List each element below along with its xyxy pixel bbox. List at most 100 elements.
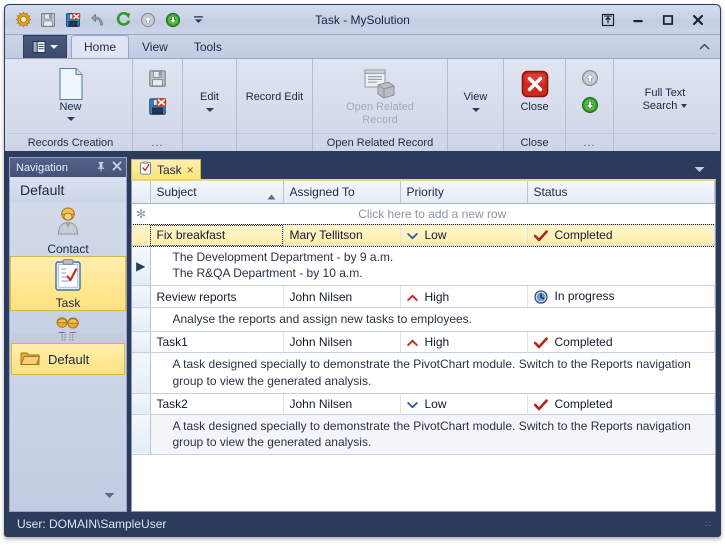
close-icon[interactable]	[112, 161, 122, 174]
cell-assigned-to[interactable]: John Nilsen	[283, 331, 401, 354]
document-tab-close-icon[interactable]: ×	[187, 164, 194, 176]
document-tab-menu-button[interactable]	[693, 159, 716, 179]
cell-priority[interactable]: High	[400, 331, 528, 354]
cell-subject[interactable]: Fix breakfast	[150, 224, 284, 246]
document-tab-task[interactable]: Task ×	[131, 159, 201, 179]
move-down-icon[interactable]	[163, 10, 183, 30]
column-header-priority[interactable]: Priority	[400, 181, 528, 204]
undo-icon[interactable]	[88, 10, 108, 30]
app-settings-icon[interactable]	[13, 10, 33, 30]
cell-priority[interactable]: High	[400, 285, 528, 309]
view-button[interactable]: View	[448, 65, 503, 113]
new-row-prompt[interactable]: Click here to add a new row	[150, 203, 715, 225]
cell-assigned-to[interactable]: Mary Tellitson	[283, 224, 401, 246]
maximize-button[interactable]	[654, 9, 682, 31]
pin-icon[interactable]	[96, 161, 106, 175]
status-inprogress-icon	[533, 290, 548, 304]
save-close-icon[interactable]	[63, 10, 83, 30]
close-button[interactable]	[684, 9, 712, 31]
close-record-button-label: Close	[520, 101, 549, 113]
record-edit-button[interactable]: Record Edit	[238, 65, 312, 104]
row-indicator	[132, 285, 151, 309]
tab-view[interactable]: View	[129, 35, 181, 58]
ribbon-group-record-edit: Record Edit	[237, 59, 313, 151]
record-edit-button-label: Record Edit	[245, 91, 304, 103]
cell-status[interactable]: Completed	[527, 331, 715, 354]
view-button-label: View	[463, 91, 488, 103]
task-icon	[52, 257, 84, 293]
qat-overflow-icon[interactable]	[188, 10, 208, 30]
tab-home[interactable]: Home	[71, 35, 130, 58]
edit-button[interactable]: Edit	[183, 65, 236, 113]
new-row-indicator: ✻	[132, 203, 150, 225]
tab-tools[interactable]: Tools	[181, 35, 235, 58]
minimize-button[interactable]	[624, 9, 652, 31]
cell-subject[interactable]: Task2	[150, 393, 284, 415]
detail-text: A task designed specially to demonstrate…	[150, 414, 715, 456]
cell-priority[interactable]: Low	[400, 393, 528, 415]
close-record-button[interactable]: Close	[507, 65, 563, 114]
cell-subject[interactable]: Task1	[150, 331, 284, 354]
app-menu-icon	[32, 41, 46, 53]
save-close-icon[interactable]	[148, 97, 167, 121]
status-user-text: User: DOMAIN\SampleUser	[17, 517, 167, 531]
column-header-status[interactable]: Status	[527, 181, 715, 204]
ribbon-group-navigate: ...	[566, 59, 614, 151]
grid-new-row[interactable]: ✻ Click here to add a new row	[132, 203, 715, 225]
ribbon-group-navigate-label: ...	[566, 133, 613, 151]
cell-assigned-to[interactable]: John Nilsen	[283, 285, 401, 309]
nav-item-contact[interactable]: Contact	[10, 203, 126, 256]
column-header-subject[interactable]: Subject	[150, 181, 284, 204]
new-button[interactable]: New	[34, 65, 108, 121]
cell-status[interactable]: Completed	[527, 224, 715, 246]
save-icon[interactable]	[38, 10, 58, 30]
table-row[interactable]: Fix breakfast Mary Tellitson Low Complet…	[132, 223, 715, 247]
move-up-icon[interactable]	[581, 69, 599, 92]
restore-ribbon-button[interactable]	[594, 9, 622, 31]
new-document-icon	[56, 67, 86, 101]
cell-subject[interactable]: Review reports	[150, 285, 284, 309]
navigation-splitter[interactable]: ⠿⠿	[10, 333, 126, 343]
table-row[interactable]: Task1 John Nilsen High Completed	[132, 331, 715, 354]
nav-item-task[interactable]: Task	[10, 256, 126, 311]
full-text-search-label-line1: Full Text	[644, 87, 686, 99]
status-completed-icon	[533, 230, 548, 242]
move-down-icon[interactable]	[581, 96, 599, 119]
table-row[interactable]: Review reports John Nilsen High In progr…	[132, 285, 715, 309]
cell-status[interactable]: Completed	[527, 393, 715, 415]
full-text-search-button[interactable]: Full Text Search	[619, 65, 711, 113]
navigation-group-title: Default	[10, 177, 126, 203]
detail-text: A task designed specially to demonstrate…	[150, 352, 715, 394]
table-row[interactable]: Task2 John Nilsen Low Completed	[132, 393, 715, 415]
nav-group-default[interactable]: Default	[11, 343, 125, 375]
ribbon-collapse-button[interactable]	[699, 35, 720, 58]
move-up-icon[interactable]	[138, 10, 158, 30]
resize-grip[interactable]: ∷	[705, 519, 712, 530]
navigation-header: Navigation	[10, 158, 126, 177]
content-area: Navigation Default Contact Task ⠿⠿ Defau…	[5, 153, 720, 512]
contact-icon	[51, 203, 85, 239]
ribbon: New Records Creation ... Edit Record Edi…	[5, 59, 720, 153]
save-icon[interactable]	[148, 69, 167, 93]
ribbon-group-view: View	[448, 59, 504, 151]
cell-assigned-to[interactable]: John Nilsen	[283, 393, 401, 415]
table-row-detail: Analyse the reports and assign new tasks…	[132, 307, 715, 333]
title-bar: Task - MySolution	[5, 5, 720, 35]
status-bar: User: DOMAIN\SampleUser ∷	[5, 512, 720, 536]
detail-line: Analyse the reports and assign new tasks…	[172, 312, 473, 327]
row-indicator	[132, 352, 151, 394]
refresh-icon[interactable]	[113, 10, 133, 30]
navigation-group-list: Default	[10, 343, 126, 375]
document-tab-strip: Task ×	[131, 157, 716, 179]
cell-status[interactable]: In progress	[527, 285, 715, 309]
navigation-overflow-button[interactable]	[103, 487, 116, 505]
application-menu-button[interactable]	[23, 35, 67, 58]
open-related-record-icon	[363, 67, 397, 101]
row-indicator	[132, 224, 151, 246]
table-row-detail: A task designed specially to demonstrate…	[132, 352, 715, 394]
edit-button-caret-icon	[205, 108, 214, 113]
ribbon-group-open-related-record: Open Related Record Open Related Record	[313, 59, 448, 151]
column-header-assigned-to[interactable]: Assigned To	[283, 181, 401, 204]
priority-high-icon	[406, 339, 418, 347]
cell-priority[interactable]: Low	[400, 224, 528, 246]
